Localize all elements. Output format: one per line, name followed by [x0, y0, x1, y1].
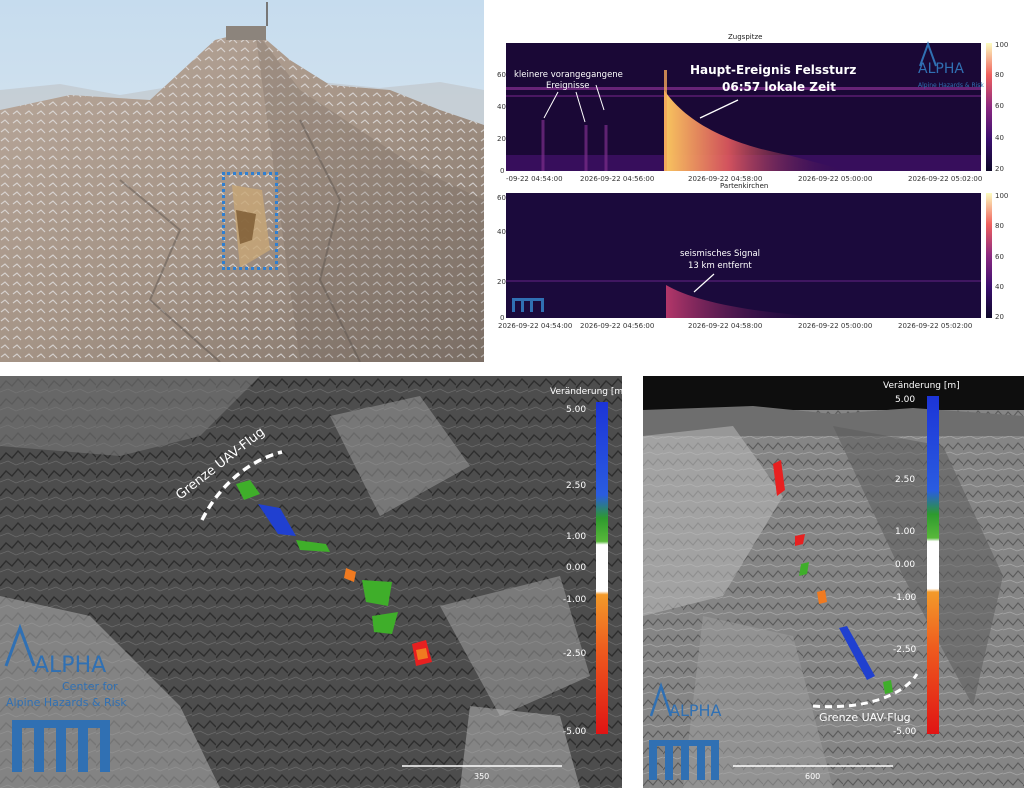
svg-text:20: 20	[995, 313, 1004, 321]
small-events-label-2: Ereignisse	[546, 81, 590, 91]
bottom-spec-cbar-ticks: 100 80 60 40 20	[995, 192, 1008, 321]
svg-text:2026-09-22 05:02:00: 2026-09-22 05:02:00	[908, 175, 982, 183]
svg-text:100: 100	[995, 41, 1008, 49]
legend-bar-left	[596, 402, 608, 734]
svg-text:Center for: Center for	[62, 680, 118, 693]
svg-text:20: 20	[995, 165, 1004, 173]
svg-text:60: 60	[995, 253, 1004, 261]
dem-left-drawing: Grenze UAV-Flug ALPHA Center for Alpine …	[0, 376, 622, 788]
svg-text:2026-09-22 04:56:00: 2026-09-22 04:56:00	[580, 175, 654, 183]
mountain-photo	[0, 0, 484, 362]
svg-text:2026-09-22 04:54:00: 2026-09-22 04:54:00	[498, 322, 572, 330]
svg-text:Alpine Hazards & Risk: Alpine Hazards & Risk	[918, 82, 984, 89]
svg-text:1.00: 1.00	[895, 527, 915, 537]
bottom-spec-xticks: 2026-09-22 04:54:00 2026-09-22 04:56:00 …	[498, 322, 972, 330]
svg-text:0.00: 0.00	[895, 560, 915, 570]
svg-text:40: 40	[497, 103, 506, 111]
main-event-label-2: 06:57 lokale Zeit	[722, 80, 836, 94]
spectrogram-drawing: Zugspitze kleinere vorangegangene Ereign…	[497, 33, 1008, 330]
top-spec-yticks: 60 40 20 0	[497, 71, 506, 175]
svg-text:60: 60	[497, 194, 506, 202]
svg-text:20: 20	[497, 278, 506, 286]
top-spec-title: Zugspitze	[728, 33, 762, 41]
svg-text:2026-09-22 05:02:00: 2026-09-22 05:02:00	[898, 322, 972, 330]
signal-label-1: seismisches Signal	[680, 249, 760, 259]
svg-text:100: 100	[995, 192, 1008, 200]
small-events-label-1: kleinere vorangegangene	[514, 70, 623, 80]
svg-text:40: 40	[995, 283, 1004, 291]
main-event-label-1: Haupt-Ereignis Felssturz	[690, 63, 856, 77]
svg-text:2.50: 2.50	[895, 475, 915, 485]
top-spec-colorbar	[986, 43, 992, 171]
svg-text:80: 80	[995, 71, 1004, 79]
svg-text:-5.00: -5.00	[563, 727, 587, 737]
svg-text:2.50: 2.50	[566, 481, 586, 491]
dem-right-drawing: Grenze UAV-Flug ALPHA Veränderung [m] 5.…	[643, 376, 1024, 788]
svg-text:-2.50: -2.50	[893, 645, 917, 655]
svg-text:Alpine Hazards & Risk: Alpine Hazards & Risk	[6, 696, 127, 709]
svg-text:1.00: 1.00	[566, 532, 586, 542]
svg-text:2026-09-22 04:58:00: 2026-09-22 04:58:00	[688, 322, 762, 330]
svg-text:20: 20	[497, 135, 506, 143]
legend-bar-right	[927, 396, 939, 734]
uav-boundary-label-right: Grenze UAV-Flug	[819, 711, 911, 724]
svg-text:60: 60	[497, 71, 506, 79]
svg-text:-2.50: -2.50	[563, 649, 587, 659]
svg-text:40: 40	[995, 134, 1004, 142]
svg-text:-1.00: -1.00	[563, 595, 587, 605]
legend-title-right: Veränderung [m]	[883, 381, 960, 391]
svg-text:2026-09-22 05:00:00: 2026-09-22 05:00:00	[798, 322, 872, 330]
svg-text:0: 0	[500, 167, 504, 175]
svg-text:-09-22 04:54:00: -09-22 04:54:00	[506, 175, 563, 183]
svg-text:ALPHA: ALPHA	[34, 653, 106, 678]
scale-label-left: 350	[474, 772, 489, 781]
bottom-spec-yticks: 60 40 20 0	[497, 194, 506, 322]
signal-label-2: 13 km entfernt	[688, 261, 752, 271]
dem-change-map-left: Grenze UAV-Flug ALPHA Center for Alpine …	[0, 376, 622, 788]
svg-text:-1.00: -1.00	[893, 593, 917, 603]
svg-text:5.00: 5.00	[895, 395, 915, 405]
svg-text:2026-09-22 05:00:00: 2026-09-22 05:00:00	[798, 175, 872, 183]
svg-text:60: 60	[995, 102, 1004, 110]
svg-text:-5.00: -5.00	[893, 727, 917, 737]
svg-text:0: 0	[500, 314, 504, 322]
bottom-spec-colorbar	[986, 193, 992, 318]
svg-text:2026-09-22 04:56:00: 2026-09-22 04:56:00	[580, 322, 654, 330]
svg-text:40: 40	[497, 228, 506, 236]
svg-text:80: 80	[995, 222, 1004, 230]
legend-title-left: Veränderung [m]	[550, 387, 622, 397]
svg-text:ALPHA: ALPHA	[669, 701, 722, 720]
top-spec-cbar-ticks: 100 80 60 40 20	[995, 41, 1008, 173]
svg-text:ALPHA: ALPHA	[918, 61, 964, 77]
dem-change-map-right: Grenze UAV-Flug ALPHA Veränderung [m] 5.…	[643, 376, 1024, 788]
spectrogram-figure: Zugspitze kleinere vorangegangene Ereign…	[488, 30, 1024, 330]
svg-text:0.00: 0.00	[566, 563, 586, 573]
svg-text:5.00: 5.00	[566, 405, 586, 415]
bottom-spec-title: Partenkirchen	[720, 182, 768, 190]
scale-label-right: 600	[805, 772, 820, 781]
rockfall-highlight-box	[222, 172, 278, 270]
